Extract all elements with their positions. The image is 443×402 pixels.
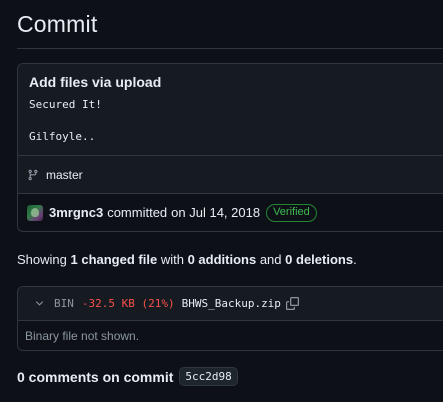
summary-end: . bbox=[353, 252, 357, 267]
file-header: BIN -32.5 KB (21%) BHWS_Backup.zip bbox=[18, 287, 443, 321]
summary-with: with bbox=[160, 252, 184, 267]
commit-description: Secured It! Gilfoyle.. bbox=[29, 98, 102, 143]
comments-heading: 0 comments on commit 5cc2d98 bbox=[17, 367, 238, 386]
commit-sha[interactable]: 5cc2d98 bbox=[179, 367, 238, 386]
git-branch-icon bbox=[28, 169, 38, 180]
commit-header: Add files via upload Secured It! Gilfoyl… bbox=[18, 64, 443, 156]
page-title: Commit bbox=[17, 11, 98, 37]
branch-row: master bbox=[18, 156, 443, 194]
branch-link[interactable]: master bbox=[46, 168, 83, 182]
chevron-down-icon[interactable] bbox=[34, 298, 45, 309]
file-diff: BIN -32.5 KB (21%) BHWS_Backup.zip Binar… bbox=[17, 286, 443, 351]
file-size-delta: -32.5 KB (21%) bbox=[81, 297, 175, 310]
summary-additions: 0 additions bbox=[187, 252, 257, 267]
copy-icon[interactable] bbox=[285, 297, 299, 310]
title-divider bbox=[17, 48, 443, 49]
commit-title: Add files via upload bbox=[29, 74, 162, 90]
commit-date: on Jul 14, 2018 bbox=[171, 205, 261, 220]
commit-verb: committed bbox=[107, 205, 168, 220]
commit-box: Add files via upload Secured It! Gilfoyl… bbox=[17, 63, 443, 232]
file-name-link[interactable]: BHWS_Backup.zip bbox=[182, 297, 281, 310]
comments-label: 0 comments on commit bbox=[17, 368, 174, 385]
author-link[interactable]: 3mrgnc3 bbox=[49, 205, 103, 220]
file-type-label: BIN bbox=[54, 297, 74, 310]
summary-changed[interactable]: 1 changed file bbox=[71, 252, 158, 267]
verified-badge[interactable]: Verified bbox=[266, 203, 317, 222]
file-body-message: Binary file not shown. bbox=[25, 329, 140, 343]
avatar[interactable] bbox=[27, 204, 43, 221]
summary-deletions: 0 deletions bbox=[285, 252, 354, 267]
summary-and: and bbox=[259, 252, 282, 267]
diff-summary: Showing 1 changed file with 0 additions … bbox=[17, 252, 357, 267]
summary-prefix: Showing bbox=[17, 252, 67, 267]
author-row: 3mrgnc3 committed on Jul 14, 2018 Verifi… bbox=[18, 194, 443, 231]
